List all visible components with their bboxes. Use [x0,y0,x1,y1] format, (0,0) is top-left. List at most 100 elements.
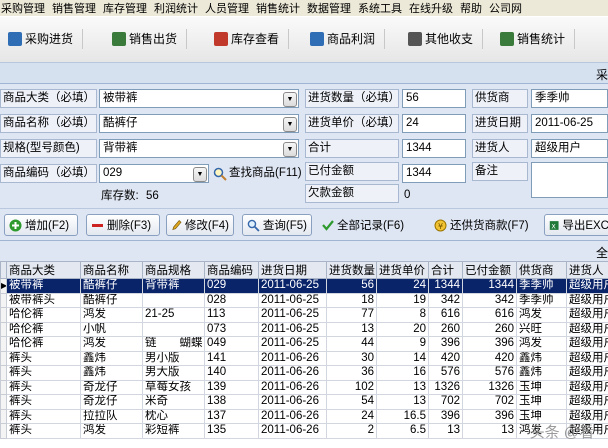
table-row[interactable]: 哈伦裤鸿发链 蝴蝶0492011-06-25449396396鸿发超级用户 [0,336,608,352]
table-cell[interactable]: 049 [204,336,259,352]
menu-sales[interactable]: 销售管理 [51,0,100,16]
table-cell[interactable]: 鑫炜 [516,350,567,366]
table-cell[interactable]: 裤头 [6,379,81,395]
table-cell[interactable]: 1344 [428,278,463,294]
table-cell[interactable]: 44 [326,336,377,352]
table-cell[interactable]: 超级用户 [566,365,608,381]
add-button[interactable]: 增加(F2) [4,214,78,236]
table-cell[interactable]: 113 [204,307,259,323]
table-row[interactable]: 被带裤头酷裤仔0282011-06-251819342342季季帅超级用户 [0,292,608,308]
table-cell[interactable]: 073 [204,321,259,337]
table-cell[interactable]: 超级用户 [566,307,608,323]
chevron-down-icon[interactable]: ▼ [283,142,297,157]
category-select[interactable]: 被带裤 ▼ [99,89,299,108]
table-cell[interactable]: 哈伦裤 [6,321,81,337]
table-cell[interactable]: 14 [376,350,429,366]
column-header[interactable]: 进货单价 [376,261,429,279]
table-cell[interactable]: 超级用户 [566,350,608,366]
purchase-records-grid[interactable]: 商品大类 商品名称 商品规格 商品编码 进货日期 进货数量 进货单价 合计 已付… [0,261,608,448]
table-cell[interactable]: 超级用户 [566,321,608,337]
name-select[interactable]: 酷裤仔 ▼ [99,114,299,133]
table-cell[interactable] [142,292,205,308]
income-expense-button[interactable]: 其他收支 [404,25,484,52]
column-header[interactable]: 进货人 [566,261,608,279]
table-cell[interactable]: 玉坤 [516,379,567,395]
table-cell[interactable]: 102 [326,379,377,395]
table-cell[interactable]: 029 [204,278,259,294]
table-cell[interactable]: 13 [376,394,429,410]
table-cell[interactable]: 8 [376,307,429,323]
price-input[interactable]: 24 [402,114,466,133]
table-cell[interactable]: 2011-06-25 [258,278,327,294]
table-cell[interactable]: 奇龙仔 [80,379,143,395]
table-cell[interactable]: 被带裤头 [6,292,81,308]
table-cell[interactable]: 裤头 [6,365,81,381]
export-excel-button[interactable]: X 导出EXC [544,214,608,236]
table-cell[interactable]: 超级用户 [566,394,608,410]
table-cell[interactable]: 138 [204,394,259,410]
table-cell[interactable]: 小帆 [80,321,143,337]
repay-supplier-button[interactable]: ¥ 还供货商款(F7) [430,214,540,236]
total-field[interactable]: 1344 [402,139,466,158]
table-cell[interactable]: 576 [428,365,463,381]
table-cell[interactable]: 140 [204,365,259,381]
table-cell[interactable]: 枕心 [142,408,205,424]
table-cell[interactable]: 396 [428,408,463,424]
table-cell[interactable]: 2011-06-26 [258,379,327,395]
table-cell[interactable]: 鑫炜 [516,365,567,381]
table-cell[interactable]: 2 [326,423,377,439]
table-cell[interactable]: 13 [376,379,429,395]
table-cell[interactable]: 36 [326,365,377,381]
table-cell[interactable]: 鸿发 [80,423,143,439]
table-cell[interactable]: 鑫炜 [80,350,143,366]
table-cell[interactable]: 13 [428,423,463,439]
table-cell[interactable]: 2011-06-26 [258,408,327,424]
inventory-button[interactable]: 库存查看 [210,25,290,52]
table-cell[interactable]: 裤头 [6,350,81,366]
table-cell[interactable]: 396 [428,336,463,352]
table-cell[interactable]: 背带裤 [142,278,205,294]
table-cell[interactable]: 420 [428,350,463,366]
menu-upgrade[interactable]: 在线升级 [408,0,457,16]
menu-purchase[interactable]: 采购管理 [0,0,49,16]
date-input[interactable]: 2011-06-25 [531,114,608,133]
table-cell[interactable]: 裤头 [6,394,81,410]
table-cell[interactable]: 576 [462,365,517,381]
table-cell[interactable]: 702 [462,394,517,410]
table-row[interactable]: 裤头鑫炜男小版1412011-06-263014420420鑫炜超级用户 [0,350,608,366]
table-cell[interactable]: 拉拉队 [80,408,143,424]
table-row[interactable]: ▶被带裤酷裤仔背带裤0292011-06-25562413441344季季帅超级… [0,278,608,294]
column-header[interactable]: 商品大类 [6,261,81,279]
table-cell[interactable]: 酷裤仔 [80,292,143,308]
remark-input[interactable] [531,162,608,198]
table-cell[interactable]: 342 [462,292,517,308]
column-header[interactable]: 商品名称 [80,261,143,279]
table-cell[interactable]: 135 [204,423,259,439]
table-cell[interactable]: 77 [326,307,377,323]
table-cell[interactable]: 超级用户 [566,292,608,308]
spec-select[interactable]: 背带裤 ▼ [99,139,299,158]
buyer-input[interactable]: 超级用户 [531,139,608,158]
table-cell[interactable]: 2011-06-26 [258,394,327,410]
table-cell[interactable]: 酷裤仔 [80,278,143,294]
table-cell[interactable]: 141 [204,350,259,366]
table-row[interactable]: 裤头鑫炜男大版1402011-06-263616576576鑫炜超级用户 [0,365,608,381]
table-row[interactable]: 裤头拉拉队枕心1372011-06-262416.5396396玉坤超级用户 [0,408,608,424]
menu-profit[interactable]: 利润统计 [153,0,202,16]
delete-button[interactable]: 删除(F3) [86,214,160,236]
table-cell[interactable]: 2011-06-25 [258,321,327,337]
table-cell[interactable]: 396 [462,408,517,424]
table-cell[interactable]: 被带裤 [6,278,81,294]
table-cell[interactable]: 草莓女孩 [142,379,205,395]
table-cell[interactable]: 鸿发 [516,336,567,352]
paid-input[interactable]: 1344 [402,164,466,183]
chevron-down-icon[interactable]: ▼ [283,92,297,107]
column-header[interactable]: 供货商 [516,261,567,279]
table-cell[interactable]: 2011-06-25 [258,336,327,352]
table-cell[interactable]: 1326 [462,379,517,395]
table-cell[interactable]: 16 [376,365,429,381]
table-cell[interactable]: 2011-06-25 [258,307,327,323]
table-row[interactable]: 裤头 奇龙仔 草莓女孩 139 2011-06-26 102 13 1326 1326 玉坤 超级用… [0,379,608,395]
table-cell[interactable]: 13 [326,321,377,337]
column-header[interactable]: 进货日期 [258,261,327,279]
